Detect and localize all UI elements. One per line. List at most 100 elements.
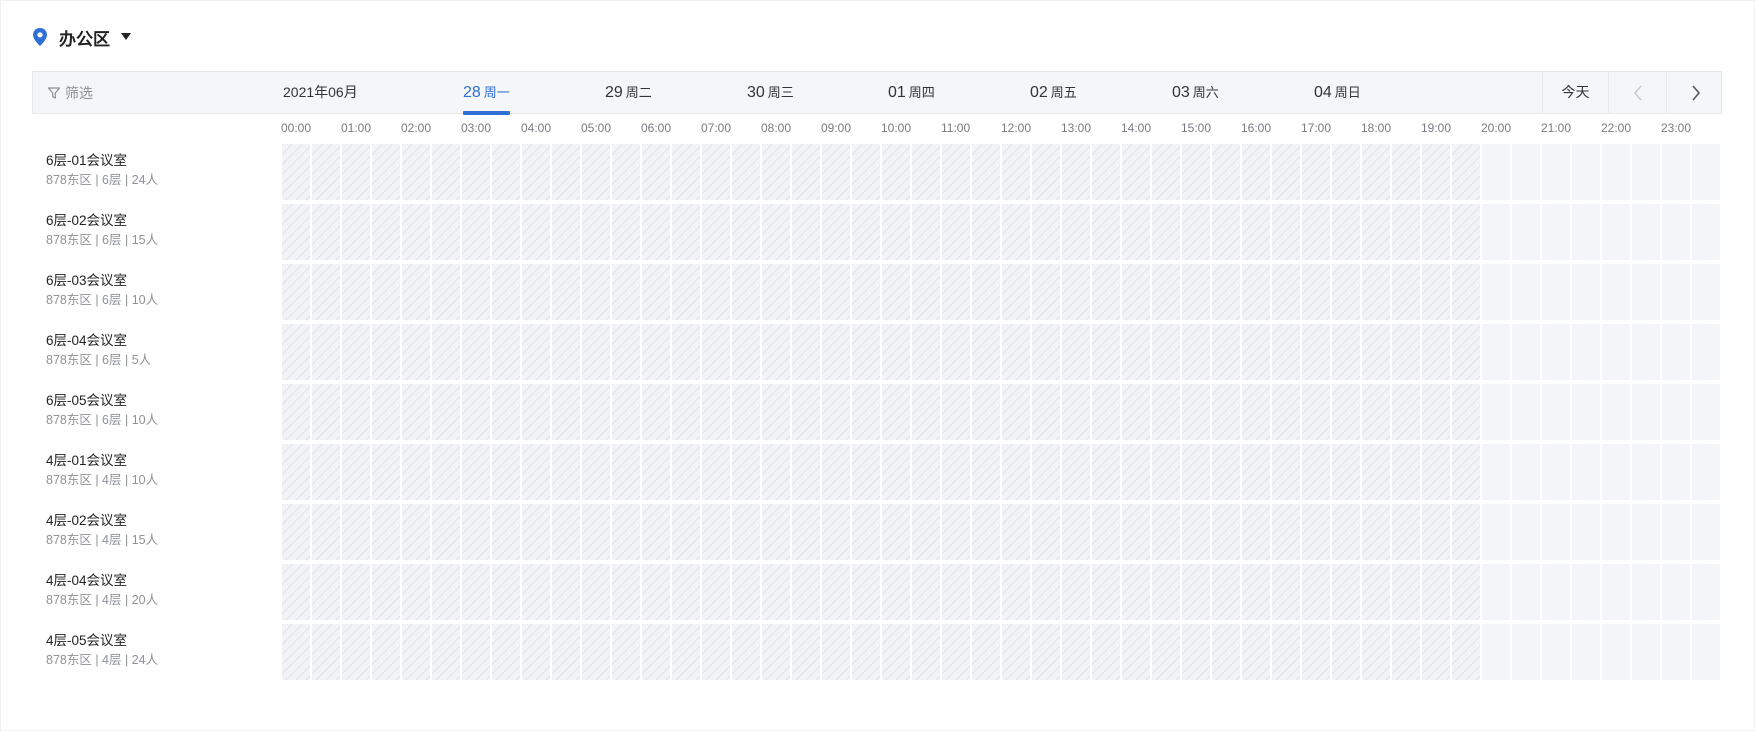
time-slot-past bbox=[1392, 624, 1420, 680]
time-slot[interactable] bbox=[1542, 204, 1570, 260]
time-slot[interactable] bbox=[1602, 384, 1630, 440]
time-slot[interactable] bbox=[1482, 324, 1510, 380]
time-slot[interactable] bbox=[1692, 264, 1720, 320]
time-slot[interactable] bbox=[1482, 564, 1510, 620]
room-label: 6层-01会议室 878东区 | 6层 | 24人 bbox=[46, 152, 276, 189]
time-slot[interactable] bbox=[1542, 504, 1570, 560]
prev-week-button[interactable] bbox=[1608, 72, 1666, 113]
room-name: 6层-05会议室 bbox=[46, 393, 128, 408]
time-slot-past bbox=[582, 624, 610, 680]
time-slot[interactable] bbox=[1572, 624, 1600, 680]
time-slot-past bbox=[672, 384, 700, 440]
time-slot[interactable] bbox=[1632, 504, 1660, 560]
time-slot[interactable] bbox=[1602, 444, 1630, 500]
time-slot[interactable] bbox=[1512, 624, 1540, 680]
time-slot[interactable] bbox=[1482, 444, 1510, 500]
time-slot[interactable] bbox=[1482, 624, 1510, 680]
day-tab[interactable]: 01 周四 bbox=[888, 72, 935, 113]
time-slot-past bbox=[972, 324, 1000, 380]
time-slot-past bbox=[1122, 624, 1150, 680]
time-slot[interactable] bbox=[1632, 564, 1660, 620]
month-label: 2021年06月 bbox=[283, 84, 358, 100]
time-slot[interactable] bbox=[1512, 504, 1540, 560]
time-slot[interactable] bbox=[1572, 504, 1600, 560]
time-slot[interactable] bbox=[1632, 444, 1660, 500]
time-slot[interactable] bbox=[1482, 504, 1510, 560]
time-slot[interactable] bbox=[1692, 324, 1720, 380]
time-slot[interactable] bbox=[1572, 564, 1600, 620]
time-slot[interactable] bbox=[1542, 564, 1570, 620]
time-slot[interactable] bbox=[1692, 444, 1720, 500]
time-slot[interactable] bbox=[1512, 264, 1540, 320]
day-tab[interactable]: 02 周五 bbox=[1030, 72, 1077, 113]
time-slot[interactable] bbox=[1572, 144, 1600, 200]
day-tab[interactable]: 03 周六 bbox=[1172, 72, 1219, 113]
day-tab[interactable]: 28 周一 bbox=[463, 72, 510, 115]
time-slot-past bbox=[1062, 504, 1090, 560]
time-slot[interactable] bbox=[1512, 564, 1540, 620]
time-slot[interactable] bbox=[1572, 324, 1600, 380]
time-slot[interactable] bbox=[1602, 144, 1630, 200]
time-slot-past bbox=[612, 564, 640, 620]
time-slot[interactable] bbox=[1572, 384, 1600, 440]
time-slot[interactable] bbox=[1572, 264, 1600, 320]
time-slot-past bbox=[762, 624, 790, 680]
time-slot[interactable] bbox=[1662, 324, 1690, 380]
time-slot[interactable] bbox=[1542, 624, 1570, 680]
day-tab[interactable]: 04 周日 bbox=[1314, 72, 1361, 113]
time-slot[interactable] bbox=[1542, 264, 1570, 320]
time-slot[interactable] bbox=[1632, 384, 1660, 440]
time-slot[interactable] bbox=[1512, 444, 1540, 500]
time-slot[interactable] bbox=[1632, 144, 1660, 200]
time-slot[interactable] bbox=[1542, 444, 1570, 500]
time-slot[interactable] bbox=[1662, 444, 1690, 500]
time-slot[interactable] bbox=[1512, 144, 1540, 200]
time-slot[interactable] bbox=[1482, 384, 1510, 440]
today-button[interactable]: 今天 bbox=[1542, 72, 1608, 113]
time-slot[interactable] bbox=[1662, 204, 1690, 260]
time-slot[interactable] bbox=[1572, 444, 1600, 500]
time-slot[interactable] bbox=[1692, 204, 1720, 260]
time-slot[interactable] bbox=[1662, 144, 1690, 200]
time-slot[interactable] bbox=[1632, 204, 1660, 260]
time-slot[interactable] bbox=[1512, 384, 1540, 440]
day-tab[interactable]: 30 周三 bbox=[747, 72, 794, 113]
time-slot[interactable] bbox=[1692, 564, 1720, 620]
time-slot-past bbox=[312, 264, 340, 320]
time-slot[interactable] bbox=[1692, 384, 1720, 440]
location-selector[interactable]: 办公区 bbox=[33, 23, 131, 51]
time-slot[interactable] bbox=[1602, 204, 1630, 260]
time-slot-past bbox=[1182, 624, 1210, 680]
time-slot[interactable] bbox=[1542, 324, 1570, 380]
time-slot[interactable] bbox=[1542, 144, 1570, 200]
time-slot[interactable] bbox=[1662, 264, 1690, 320]
time-slot[interactable] bbox=[1602, 324, 1630, 380]
time-slot[interactable] bbox=[1692, 504, 1720, 560]
time-slot[interactable] bbox=[1632, 624, 1660, 680]
day-tab[interactable]: 29 周二 bbox=[605, 72, 652, 113]
time-slot[interactable] bbox=[1662, 504, 1690, 560]
time-slot[interactable] bbox=[1662, 384, 1690, 440]
time-slot[interactable] bbox=[1602, 564, 1630, 620]
time-slot-past bbox=[1392, 144, 1420, 200]
time-slot[interactable] bbox=[1692, 624, 1720, 680]
time-slot[interactable] bbox=[1482, 144, 1510, 200]
time-slot[interactable] bbox=[1482, 204, 1510, 260]
time-slot[interactable] bbox=[1602, 504, 1630, 560]
filter-button[interactable]: 筛选 bbox=[47, 72, 93, 113]
day-weekday: 周一 bbox=[483, 85, 510, 100]
next-week-button[interactable] bbox=[1666, 72, 1724, 113]
time-slot[interactable] bbox=[1542, 384, 1570, 440]
time-slot[interactable] bbox=[1602, 264, 1630, 320]
time-slot[interactable] bbox=[1632, 324, 1660, 380]
time-slot[interactable] bbox=[1512, 204, 1540, 260]
time-slot[interactable] bbox=[1602, 624, 1630, 680]
time-slot[interactable] bbox=[1512, 324, 1540, 380]
time-slot[interactable] bbox=[1572, 204, 1600, 260]
time-slot[interactable] bbox=[1662, 564, 1690, 620]
time-slot[interactable] bbox=[1482, 264, 1510, 320]
time-slot[interactable] bbox=[1692, 144, 1720, 200]
time-slot[interactable] bbox=[1662, 624, 1690, 680]
day-weekday: 周四 bbox=[908, 85, 935, 100]
time-slot[interactable] bbox=[1632, 264, 1660, 320]
